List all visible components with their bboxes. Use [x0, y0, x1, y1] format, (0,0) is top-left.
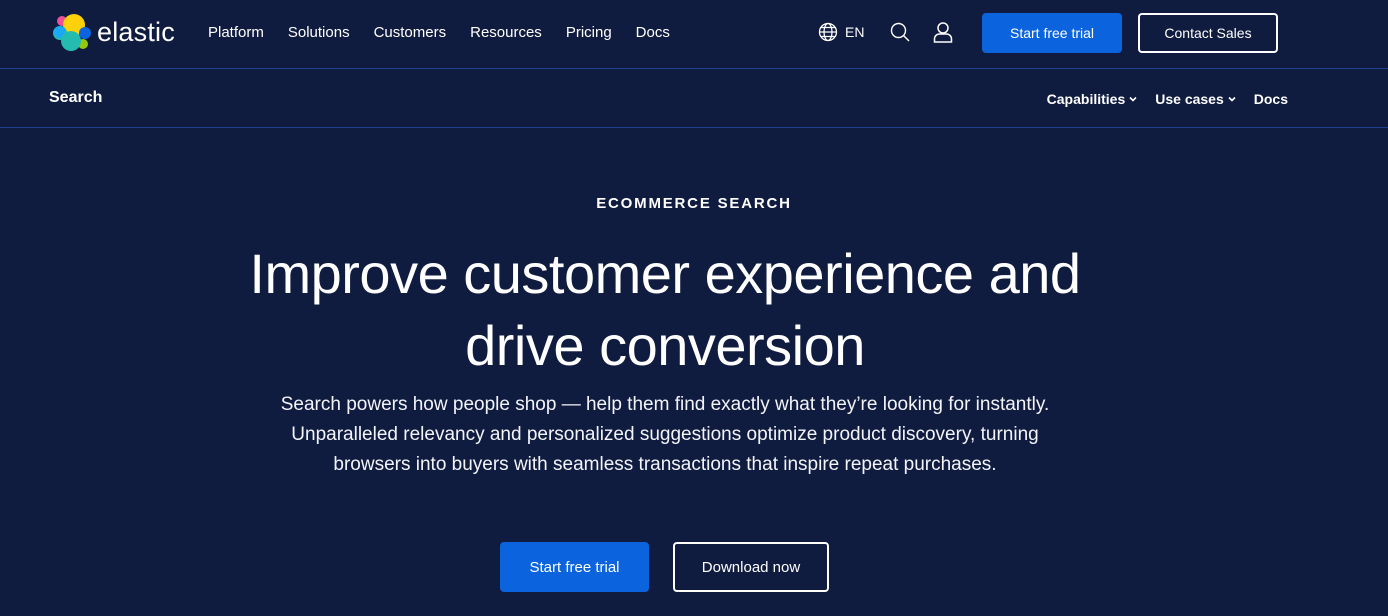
search-button[interactable] — [890, 22, 910, 42]
nav-item-resources[interactable]: Resources — [470, 24, 542, 41]
subnav-use-cases-label: Use cases — [1155, 91, 1224, 107]
sub-navigation: Search Capabilities Use cases Docs — [0, 70, 1388, 128]
chevron-down-icon — [1129, 96, 1137, 102]
nav-item-solutions[interactable]: Solutions — [288, 24, 350, 41]
nav-item-platform[interactable]: Platform — [208, 24, 264, 41]
elastic-logo-icon — [53, 14, 91, 51]
nav-item-docs[interactable]: Docs — [636, 24, 670, 41]
start-free-trial-button[interactable]: Start free trial — [982, 13, 1122, 53]
download-now-button[interactable]: Download now — [673, 542, 829, 592]
search-icon — [890, 22, 910, 42]
headline-line-2: drive conversion — [465, 314, 865, 377]
language-selector[interactable]: EN — [818, 22, 864, 42]
hero-headline: Improve customer experience and drive co… — [200, 238, 1130, 382]
subnav-links: Capabilities Use cases Docs — [1029, 91, 1288, 107]
elastic-logo[interactable]: elastic — [52, 13, 175, 53]
subnav-docs[interactable]: Docs — [1254, 91, 1288, 107]
account-button[interactable] — [933, 22, 953, 43]
hero-eyebrow: ECOMMERCE SEARCH — [596, 195, 792, 212]
main-menu: Platform Solutions Customers Resources P… — [208, 24, 694, 41]
subnav-docs-label: Docs — [1253, 91, 1288, 107]
nav-item-customers[interactable]: Customers — [374, 24, 447, 41]
contact-sales-button[interactable]: Contact Sales — [1138, 13, 1278, 53]
user-icon — [933, 22, 953, 43]
subnav-capabilities-label: Capabilities — [1046, 91, 1126, 107]
nav-item-pricing[interactable]: Pricing — [566, 24, 612, 41]
subnav-capabilities[interactable]: Capabilities — [1047, 91, 1138, 107]
hero-description: Search powers how people shop — help the… — [280, 394, 1050, 475]
section-title[interactable]: Search — [49, 89, 102, 107]
top-navigation: elastic Platform Solutions Customers Res… — [0, 0, 1388, 69]
language-label: EN — [845, 24, 865, 40]
chevron-down-icon — [1228, 96, 1236, 102]
hero-start-free-trial-button[interactable]: Start free trial — [500, 542, 649, 592]
headline-line-1: Improve customer experience and — [249, 242, 1081, 305]
subnav-use-cases[interactable]: Use cases — [1155, 91, 1236, 107]
brand-name: elastic — [97, 16, 175, 47]
globe-icon — [818, 22, 838, 42]
